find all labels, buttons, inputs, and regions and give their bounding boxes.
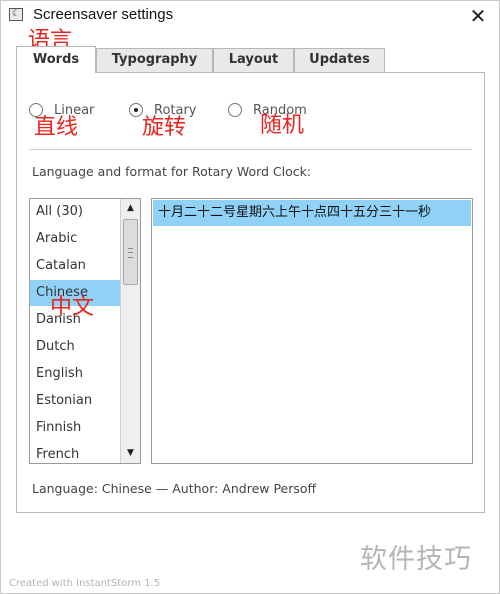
- settings-window: ☾ Screensaver settings ✕ Words Typograph…: [0, 0, 500, 594]
- radio-label: Linear: [54, 103, 95, 118]
- list-item[interactable]: Estonian: [30, 388, 120, 414]
- close-button[interactable]: ✕: [463, 3, 493, 29]
- language-list[interactable]: All (30) Arabic Catalan Chinese Danish D…: [29, 198, 141, 464]
- radio-circle-icon: [228, 103, 242, 117]
- list-item-selected[interactable]: Chinese: [30, 280, 120, 306]
- scroll-thumb[interactable]: [123, 219, 138, 285]
- list-item[interactable]: English: [30, 361, 120, 387]
- window-title: Screensaver settings: [33, 6, 174, 23]
- tab-layout[interactable]: Layout: [213, 48, 294, 72]
- radio-label: Random: [253, 103, 307, 118]
- list-item[interactable]: Arabic: [30, 226, 120, 252]
- list-scrollbar[interactable]: ▲ ▼: [120, 199, 140, 463]
- watermark-text: 软件技巧: [360, 544, 472, 575]
- list-item[interactable]: All (30): [30, 199, 120, 225]
- preview-item-selected[interactable]: 十月二十二号星期六上午十点四十五分三十一秒: [153, 200, 471, 226]
- radio-circle-icon: [29, 103, 43, 117]
- radio-linear[interactable]: Linear: [29, 102, 109, 122]
- language-format-label: Language and format for Rotary Word Cloc…: [32, 164, 312, 179]
- list-item[interactable]: Danish: [30, 307, 120, 333]
- language-author-info: Language: Chinese — Author: Andrew Perso…: [32, 481, 317, 496]
- list-item[interactable]: French: [30, 442, 120, 463]
- scroll-up-arrow-icon[interactable]: ▲: [122, 200, 139, 216]
- credit-text: Created with InstantStorm 1.5: [9, 578, 161, 589]
- tab-words[interactable]: Words: [16, 46, 96, 73]
- radio-rotary[interactable]: Rotary: [129, 102, 209, 122]
- list-item[interactable]: Catalan: [30, 253, 120, 279]
- section-divider: [29, 149, 472, 150]
- tab-updates[interactable]: Updates: [294, 48, 385, 72]
- list-item[interactable]: Dutch: [30, 334, 120, 360]
- tab-typography[interactable]: Typography: [96, 48, 213, 72]
- list-item[interactable]: Finnish: [30, 415, 120, 441]
- scroll-down-arrow-icon[interactable]: ▼: [122, 445, 139, 461]
- radio-random[interactable]: Random: [228, 102, 318, 122]
- title-bar[interactable]: ☾ Screensaver settings ✕: [1, 1, 499, 31]
- format-preview-list[interactable]: 十月二十二号星期六上午十点四十五分三十一秒: [151, 198, 473, 464]
- radio-label: Rotary: [154, 103, 197, 118]
- screensaver-app-icon: ☾: [9, 8, 23, 21]
- radio-circle-checked-icon: [129, 103, 143, 117]
